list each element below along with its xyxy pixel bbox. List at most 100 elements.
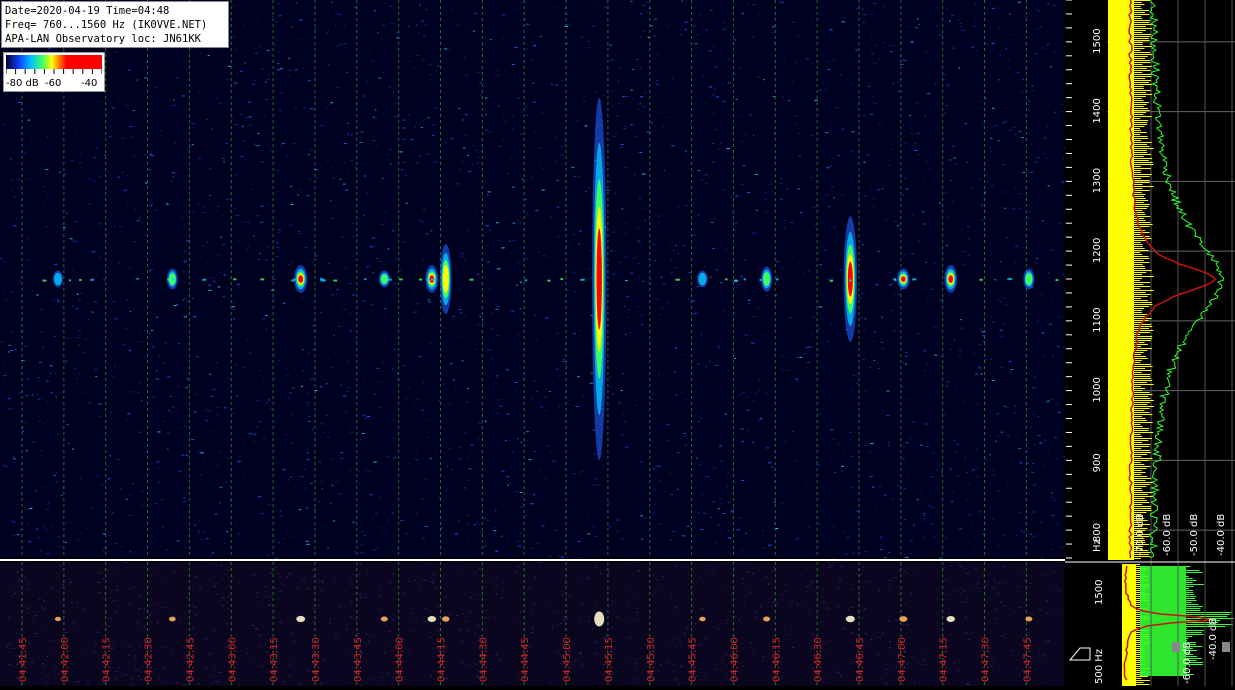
- carrier-trace: [291, 280, 295, 282]
- color-scale-ticks: [6, 69, 102, 75]
- marker-square: [1172, 642, 1180, 652]
- time-tick-label: 04:42:00: [60, 637, 71, 682]
- carrier-trace: [172, 278, 175, 280]
- carrier-trace: [830, 280, 833, 282]
- time-tick-label: 04:47:00: [897, 637, 908, 682]
- meteor-echo-bottom: [55, 617, 61, 621]
- carrier-trace: [260, 278, 264, 280]
- time-tick-label: 04:46:30: [813, 637, 824, 682]
- time-tick-label: 04:42:15: [102, 637, 113, 682]
- observatory-text: APA-LAN Observatory loc: JN61KK: [5, 32, 225, 46]
- date-time-text: Date=2020-04-19 Time=04:48: [5, 4, 225, 18]
- carrier-trace: [426, 279, 430, 281]
- time-tick-label: 04:44:15: [437, 637, 448, 682]
- bottom-freq-label: 1500: [1094, 580, 1105, 605]
- carrier-trace: [69, 279, 71, 281]
- carrier-trace: [419, 279, 422, 281]
- freq-tick-label: 1000: [1092, 377, 1103, 402]
- meteor-echo-bottom: [699, 617, 705, 622]
- freq-tick-label: 1100: [1092, 307, 1103, 332]
- carrier-trace: [744, 278, 746, 280]
- color-scale-label-min: -80 dB: [6, 78, 39, 89]
- carrier-trace: [364, 278, 366, 280]
- db-tick-label: -60.0 dB: [1162, 514, 1173, 556]
- color-scale-label-max: -40: [81, 78, 97, 89]
- info-box: Date=2020-04-19 Time=04:48 Freq= 760...1…: [1, 1, 229, 48]
- carrier-trace: [980, 279, 983, 281]
- carrier-trace: [79, 279, 82, 281]
- time-tick-label: 04:43:45: [353, 637, 364, 682]
- meteor-echo: [53, 271, 63, 288]
- spectrum-panel: 800900100011001200130014001500Hz-70.0 dB…: [1065, 0, 1235, 686]
- spectrogram-stage: 800900100011001200130014001500Hz-70.0 dB…: [0, 0, 1235, 686]
- carrier-trace: [580, 279, 584, 281]
- carrier-trace: [560, 278, 563, 280]
- carrier-trace: [547, 280, 550, 282]
- carrier-trace: [894, 279, 896, 281]
- freq-unit-label: Hz: [1092, 539, 1103, 552]
- meteor-echo: [592, 98, 606, 461]
- time-tick-label: 04:43:00: [227, 637, 238, 682]
- time-tick-label: 04:43:15: [269, 637, 280, 682]
- time-tick-label: 04:45:45: [688, 637, 699, 682]
- carrier-trace: [1056, 279, 1059, 281]
- freq-tick-label: 1400: [1092, 98, 1103, 123]
- color-scale-label-mid: -60: [45, 78, 61, 89]
- frequency-text: Freq= 760...1560 Hz (IK0VVE.NET): [5, 18, 225, 32]
- meteor-echo: [761, 266, 772, 291]
- carrier-trace: [91, 279, 94, 281]
- meteor-echo-bottom: [1025, 617, 1032, 622]
- meteor-echo-bottom: [846, 616, 855, 622]
- time-tick-label: 04:46:00: [729, 637, 740, 682]
- time-tick-label: 04:45:30: [646, 637, 657, 682]
- carrier-trace: [399, 278, 403, 280]
- time-tick-label: 04:45:00: [562, 637, 573, 682]
- time-tick-label: 04:46:45: [855, 637, 866, 682]
- time-tick-label: 04:47:30: [981, 637, 992, 682]
- meteor-echo-bottom: [947, 616, 956, 622]
- db-tick-label: -50.0 dB: [1189, 514, 1200, 556]
- color-scale-gradient: [6, 55, 102, 69]
- db-tick-label: -40.0 dB: [1216, 514, 1227, 556]
- db-tick-label: -70.0 dB: [1135, 514, 1146, 556]
- meteor-echo-bottom: [899, 616, 907, 622]
- freq-tick-label: 1300: [1092, 168, 1103, 193]
- carrier-trace: [675, 279, 680, 281]
- meteor-echo-bottom: [169, 617, 176, 622]
- time-tick-label: 04:42:30: [144, 637, 155, 682]
- freq-tick-label: 1200: [1092, 238, 1103, 263]
- meteor-echo: [944, 265, 957, 293]
- carrier-trace: [321, 280, 326, 282]
- carrier-trace: [469, 279, 473, 281]
- carrier-trace: [431, 279, 436, 281]
- carrier-trace: [1007, 278, 1012, 280]
- time-tick-label: 04:44:30: [478, 637, 489, 682]
- freq-tick-label: 900: [1092, 453, 1103, 472]
- bottom-freq-unit-label: 500 Hz: [1094, 649, 1105, 684]
- freq-tick-label: 1500: [1092, 28, 1103, 53]
- meteor-echo: [844, 216, 857, 342]
- meteor-echo: [897, 269, 909, 290]
- carrier-trace: [760, 279, 763, 281]
- time-tick-label: 04:47:15: [939, 637, 950, 682]
- meteor-echo: [1023, 269, 1034, 290]
- carrier-trace: [388, 279, 392, 281]
- time-tick-label: 04:45:15: [604, 637, 615, 682]
- carrier-trace: [776, 278, 779, 280]
- meteor-echo-bottom: [296, 616, 305, 622]
- time-tick-label: 04:41:45: [18, 637, 29, 682]
- time-tick-label: 04:47:45: [1022, 637, 1033, 682]
- carrier-trace: [912, 278, 916, 280]
- time-tick-label: 04:46:15: [771, 637, 782, 682]
- meteor-echo-bottom: [594, 612, 604, 627]
- carrier-trace: [725, 278, 727, 280]
- carrier-trace: [333, 280, 337, 282]
- meteor-echo-bottom: [381, 617, 388, 622]
- spectrogram-chart: 800900100011001200130014001500Hz-70.0 dB…: [0, 0, 1235, 686]
- meteor-echo: [697, 271, 708, 288]
- meteor-echo-bottom: [763, 617, 770, 622]
- bottom-db-label: -60.0 dB: [1182, 642, 1193, 684]
- time-tick-label: 04:44:00: [395, 637, 406, 682]
- meteor-echo: [294, 265, 307, 293]
- carrier-trace: [233, 278, 236, 280]
